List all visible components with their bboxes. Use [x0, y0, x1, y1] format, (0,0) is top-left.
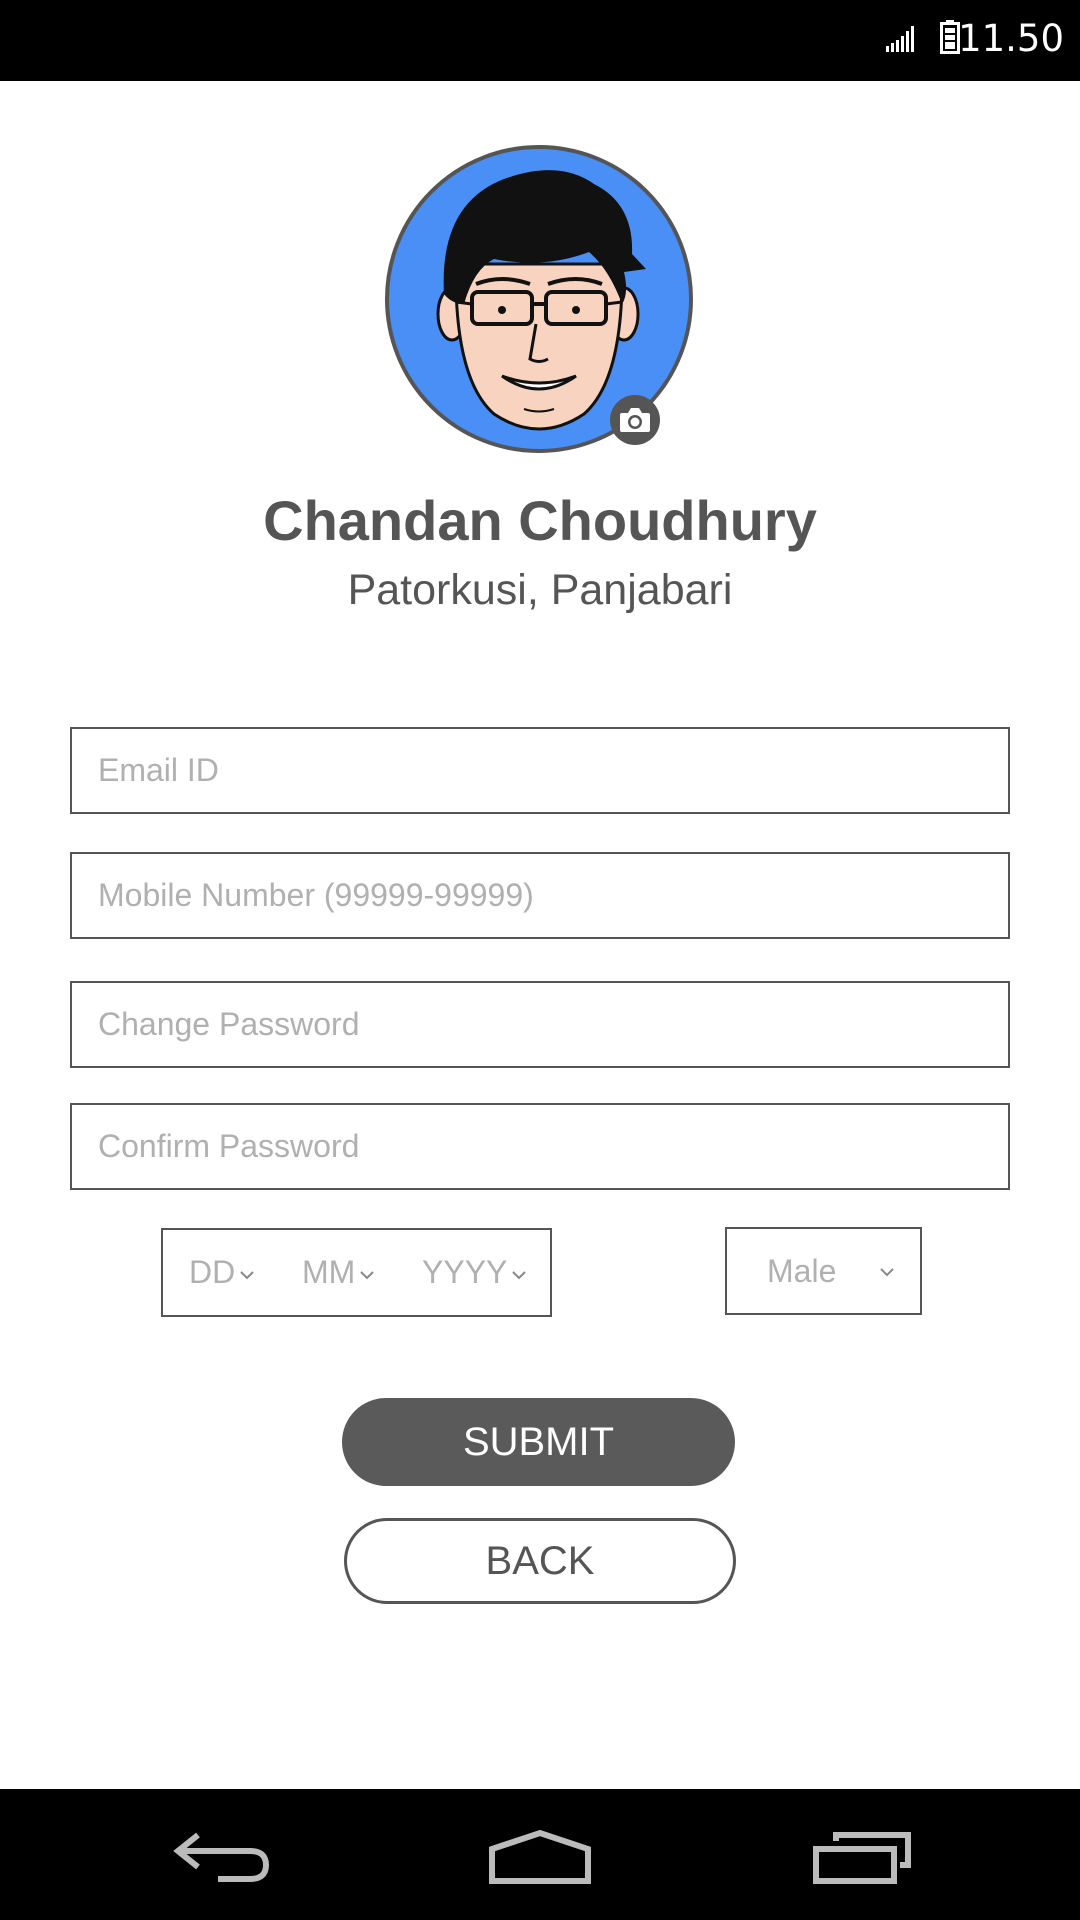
submit-button[interactable]: SUBMIT — [342, 1398, 735, 1486]
gender-select[interactable]: Male — [725, 1227, 922, 1315]
email-field[interactable] — [70, 727, 1010, 814]
year-select-label: YYYY — [422, 1254, 508, 1290]
navigation-bar — [0, 1789, 1080, 1920]
battery-icon — [940, 20, 960, 54]
home-icon[interactable] — [488, 1829, 592, 1885]
month-select[interactable]: MM — [302, 1230, 375, 1315]
status-bar: 11.50 — [0, 0, 1080, 81]
change-photo-button[interactable] — [610, 395, 660, 445]
gender-select-value: Male — [767, 1253, 837, 1289]
signal-icon — [886, 26, 914, 52]
chevron-down-icon — [512, 1270, 527, 1279]
mobile-number-field[interactable] — [70, 852, 1010, 939]
day-select[interactable]: DD — [189, 1230, 255, 1315]
month-select-label: MM — [302, 1254, 356, 1290]
change-password-field[interactable] — [70, 981, 1010, 1068]
chevron-down-icon — [360, 1270, 375, 1279]
date-of-birth-picker: DD MM YYYY — [161, 1228, 552, 1317]
chevron-down-icon — [880, 1268, 894, 1277]
back-icon[interactable] — [172, 1829, 272, 1885]
recents-icon[interactable] — [812, 1831, 912, 1885]
status-time: 11.50 — [958, 17, 1064, 60]
year-select[interactable]: YYYY — [422, 1230, 527, 1315]
camera-icon — [620, 408, 650, 432]
confirm-password-field[interactable] — [70, 1103, 1010, 1190]
user-location: Patorkusi, Panjabari — [347, 566, 733, 614]
back-button[interactable]: BACK — [344, 1518, 736, 1604]
day-select-label: DD — [189, 1254, 236, 1290]
chevron-down-icon — [240, 1270, 254, 1279]
user-name: Chandan Choudhury — [263, 489, 817, 552]
